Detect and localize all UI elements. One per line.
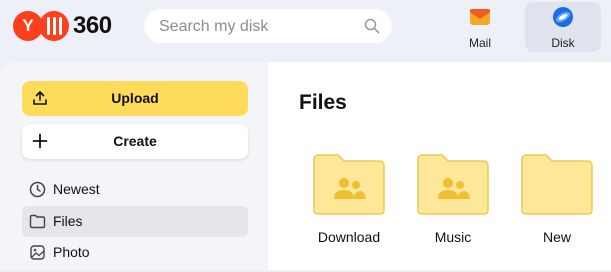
folder-icon [521,154,593,215]
folder-label: New [542,229,571,245]
create-label: Create [113,133,157,149]
sidebar-item-label: Photo [53,244,90,260]
mail-icon [470,9,490,25]
search-box[interactable] [144,9,392,45]
content-area: Upload Create Newest Files Photo Files D… [0,62,611,270]
disk-label: Disk [551,36,575,50]
photo-icon [30,245,45,260]
sidebar-item-photo[interactable]: Photo [22,237,248,268]
disk-icon [553,7,573,27]
sidebar-item-label: Files [53,213,83,229]
mail-label: Mail [468,36,491,50]
folder-music[interactable]: Music [412,152,494,272]
page-title: Files [299,91,347,114]
shared-folder-icon [313,154,385,215]
logo-text: 360 [73,12,112,39]
folder-new[interactable]: New [516,152,598,272]
mail-app-tile[interactable]: Mail [442,2,518,52]
logo-rings-icon [39,11,69,41]
shared-folder-icon [417,154,489,215]
search-input[interactable] [157,9,361,45]
clock-icon [29,181,46,198]
sidebar: Upload Create Newest Files Photo [0,62,268,270]
sidebar-item-label: Newest [53,181,100,197]
sidebar-item-files[interactable]: Files [22,206,248,237]
upload-button[interactable]: Upload [22,81,248,116]
folder-download[interactable]: Download [308,152,390,272]
folder-icon [29,214,46,229]
search-icon[interactable] [364,18,380,34]
disk-app-tile[interactable]: Disk [525,2,601,52]
sidebar-item-newest[interactable]: Newest [22,174,248,205]
top-bar: Y 360 Mail Disk [0,0,611,62]
upload-label: Upload [111,90,159,106]
create-button[interactable]: Create [22,124,248,159]
yandex-360-logo[interactable]: Y 360 [13,9,112,43]
